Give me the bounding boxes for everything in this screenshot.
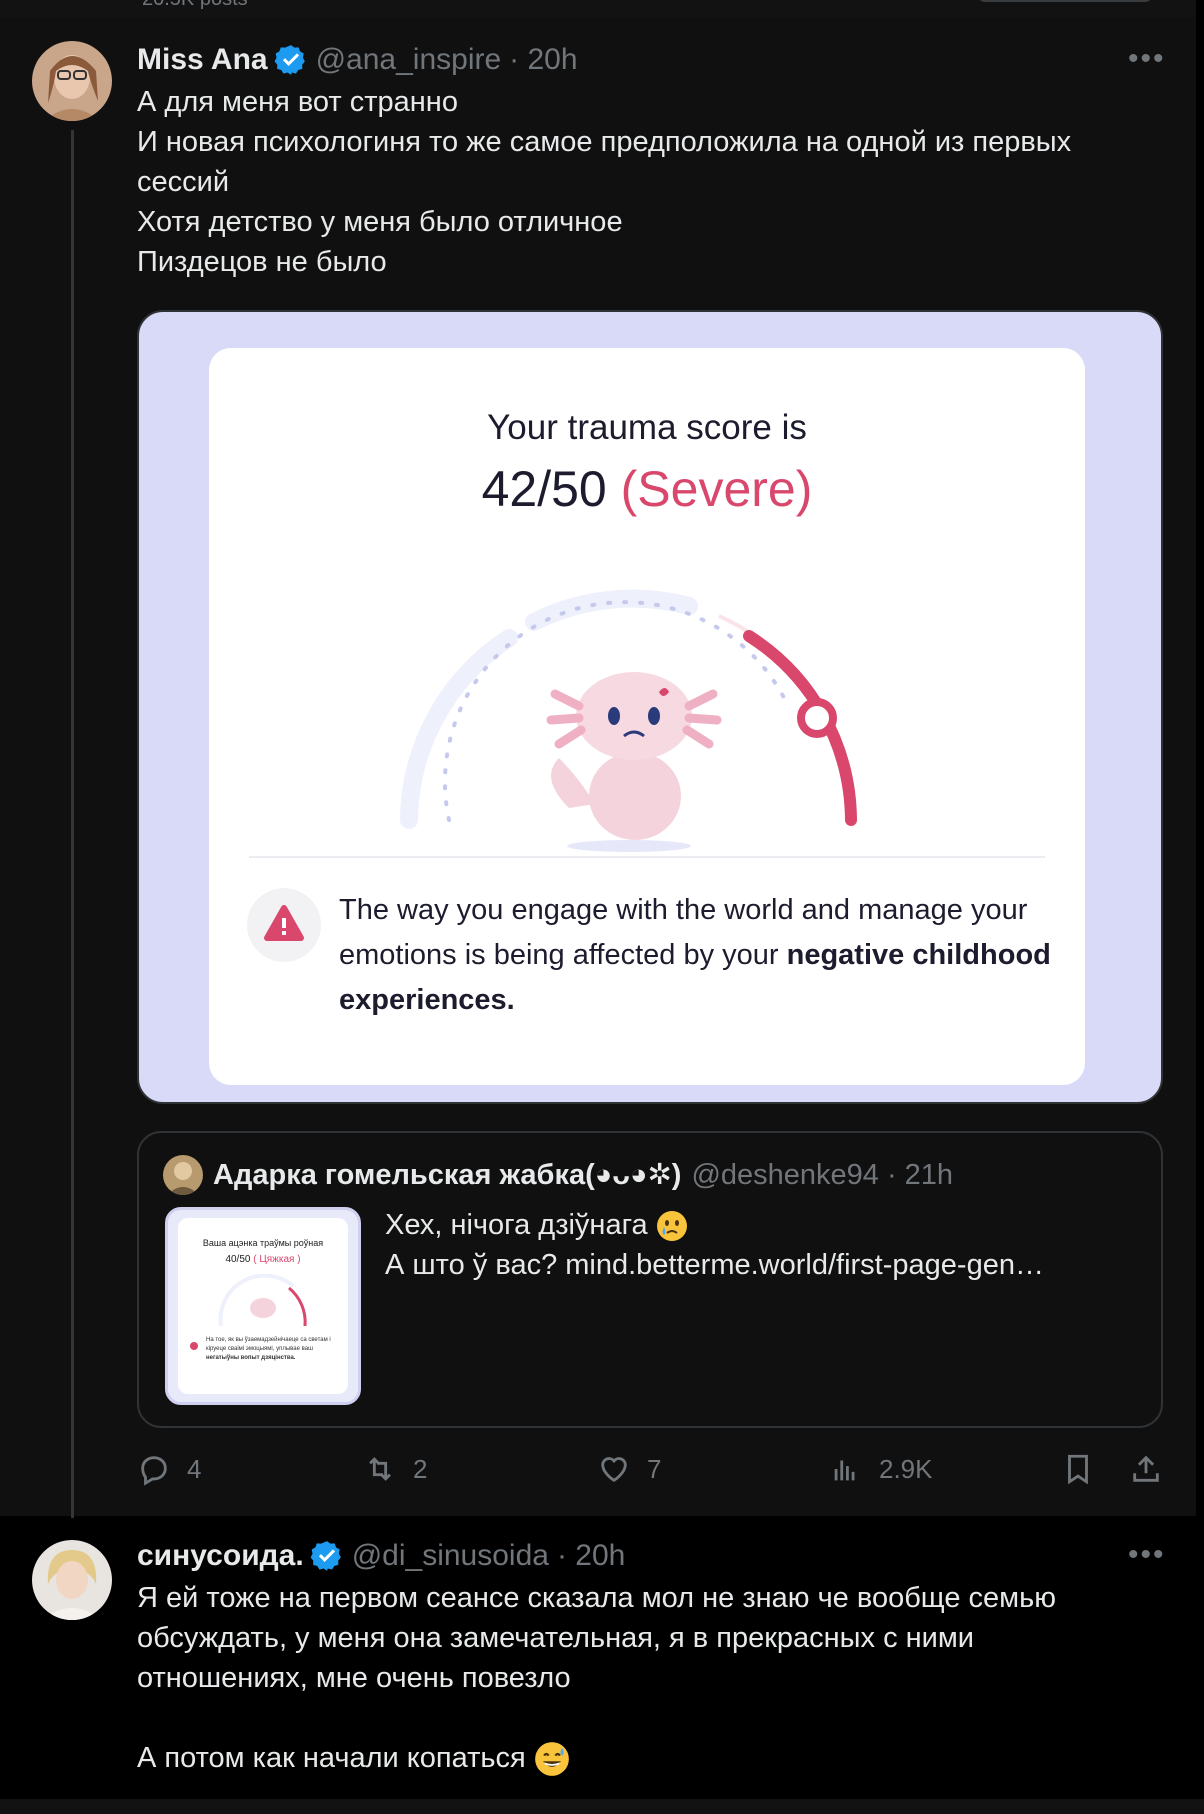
- quote-line: Хех, нічога дзіўнага: [385, 1205, 1044, 1245]
- quote-timestamp[interactable]: · 21h: [887, 1155, 953, 1195]
- score-number: 42/50: [481, 461, 607, 517]
- text-line: обсуждать, у меня она замечательная, я в…: [137, 1622, 974, 1654]
- score-value: 42/50 (Severe): [209, 460, 1085, 518]
- thumb-score: 40/50: [225, 1254, 251, 1265]
- quote-thumbnail[interactable]: Ваша ацэнка траўмы роўная 40/50 ( Цяжкая…: [165, 1207, 361, 1405]
- severity-label: (Severe): [620, 461, 813, 517]
- share-button[interactable]: [1129, 1452, 1179, 1486]
- heart-icon: [601, 1457, 627, 1483]
- repost-icon: [369, 1457, 391, 1481]
- analytics-icon: [834, 1460, 855, 1481]
- quote-header: Адарка гомельская жабка(◕ᴗ◕✲) @deshenke9…: [213, 1155, 953, 1195]
- bottom-divider: [0, 1799, 1204, 1814]
- follow-button[interactable]: [975, 0, 1155, 2]
- bookmark-icon: [1068, 1454, 1088, 1485]
- verified-badge-icon: [310, 1541, 341, 1571]
- reply-icon: [141, 1456, 167, 1486]
- thumb-gauge: [218, 1274, 307, 1327]
- grinning-sweat-emoji-icon: [534, 1742, 569, 1777]
- tweet-header: Miss Ana @ana_inspire · 20h: [137, 42, 578, 78]
- timestamp[interactable]: · 20h: [557, 1538, 625, 1574]
- warning-icon: [247, 888, 321, 962]
- quote-line-2[interactable]: А што ў вас? mind.betterme.world/first-p…: [385, 1245, 1044, 1285]
- quote-line-1: Хех, нічога дзіўнага: [385, 1209, 648, 1241]
- bookmark-button[interactable]: [1061, 1452, 1111, 1486]
- top-bar: 20.5K posts: [0, 0, 1204, 18]
- thumbnail-card: Ваша ацэнка траўмы роўная 40/50 ( Цяжкая…: [178, 1218, 348, 1394]
- more-options-icon[interactable]: •••: [1128, 1538, 1166, 1572]
- thread-connector: [71, 130, 74, 1528]
- tweet-text: Я ей тоже на первом сеансе сказала мол н…: [137, 1578, 1056, 1778]
- quoted-tweet[interactable]: Адарка гомельская жабка(◕ᴗ◕✲) @deshenke9…: [137, 1131, 1163, 1428]
- scrollbar-track[interactable]: [1196, 0, 1204, 1814]
- repost-count: 2: [413, 1453, 428, 1484]
- thumb-warning-icon: [190, 1342, 198, 1350]
- quote-display-name[interactable]: Адарка гомельская жабка(◕ᴗ◕✲): [213, 1155, 681, 1195]
- text-line: сессий: [137, 166, 230, 198]
- text-line: Я ей тоже на первом сеансе сказала мол н…: [137, 1582, 1056, 1614]
- tweet-text: А для меня вот странно И новая психологи…: [137, 82, 1071, 282]
- quote-handle[interactable]: @deshenke94: [691, 1155, 878, 1195]
- score-title: Your trauma score is: [487, 408, 807, 447]
- attached-image[interactable]: Your trauma score is 42/50 (Severe) The …: [137, 310, 1163, 1104]
- result-card: Your trauma score is 42/50 (Severe) The …: [209, 348, 1085, 1085]
- tweet-header: синусоида. @di_sinusoida · 20h: [137, 1538, 625, 1574]
- thumb-score-line: 40/50 ( Цяжкая ): [178, 1254, 348, 1265]
- avatar[interactable]: [32, 1540, 112, 1620]
- verified-badge-icon: [274, 45, 305, 75]
- text-line: Пиздецов не было: [137, 246, 387, 278]
- quote-text: Хех, нічога дзіўнага А што ў вас? mind.b…: [385, 1205, 1044, 1285]
- text-line: А для меня вот странно: [137, 86, 458, 118]
- views-button[interactable]: 2.9K: [829, 1452, 933, 1486]
- handle[interactable]: @di_sinusoida: [352, 1538, 549, 1574]
- text-line: А потом как начали копаться: [137, 1738, 1056, 1778]
- thumb-message-text: На тое, як вы ўзаемадзейнічаеце са света…: [206, 1337, 331, 1352]
- like-button[interactable]: 7: [597, 1452, 661, 1486]
- result-message: The way you engage with the world and ma…: [339, 888, 1059, 1023]
- posts-count: 20.5K posts: [142, 0, 248, 11]
- text-line: Хотя детство у меня было отличное: [137, 206, 623, 238]
- trauma-gauge: [400, 589, 857, 852]
- action-bar: 4 2 7 2.9K: [137, 1452, 1167, 1492]
- thumb-severity: ( Цяжкая ): [253, 1254, 301, 1265]
- text-line-5: А потом как начали копаться: [137, 1742, 526, 1774]
- display-name[interactable]: Miss Ana: [137, 42, 268, 78]
- more-options-icon[interactable]: •••: [1128, 42, 1166, 76]
- thumb-message-bold: негатыўны вопыт дзяцінства.: [206, 1355, 296, 1361]
- timestamp[interactable]: · 20h: [509, 42, 577, 78]
- crying-face-emoji-icon: [656, 1211, 687, 1242]
- thumb-title: Ваша ацэнка траўмы роўная: [202, 1238, 324, 1248]
- share-icon: [1133, 1455, 1159, 1482]
- thumb-message: На тое, як вы ўзаемадзейнічаеце са света…: [206, 1336, 344, 1363]
- display-name[interactable]: синусоида.: [137, 1538, 304, 1574]
- reply-button[interactable]: 4: [137, 1452, 201, 1486]
- text-line: отношениях, мне очень повезло: [137, 1662, 571, 1694]
- text-line: И новая психологиня то же самое предполо…: [137, 126, 1072, 158]
- like-count: 7: [647, 1453, 662, 1484]
- view-count: 2.9K: [879, 1453, 933, 1484]
- reply-count: 4: [187, 1453, 202, 1484]
- avatar[interactable]: [32, 41, 112, 121]
- divider: [249, 856, 1045, 858]
- handle[interactable]: @ana_inspire: [316, 42, 502, 78]
- tweet-reply[interactable]: синусоида. @di_sinusoida · 20h ••• Я ей …: [0, 1518, 1196, 1799]
- repost-button[interactable]: 2: [363, 1452, 427, 1486]
- text-line: [137, 1698, 1056, 1738]
- quote-avatar[interactable]: [163, 1155, 203, 1195]
